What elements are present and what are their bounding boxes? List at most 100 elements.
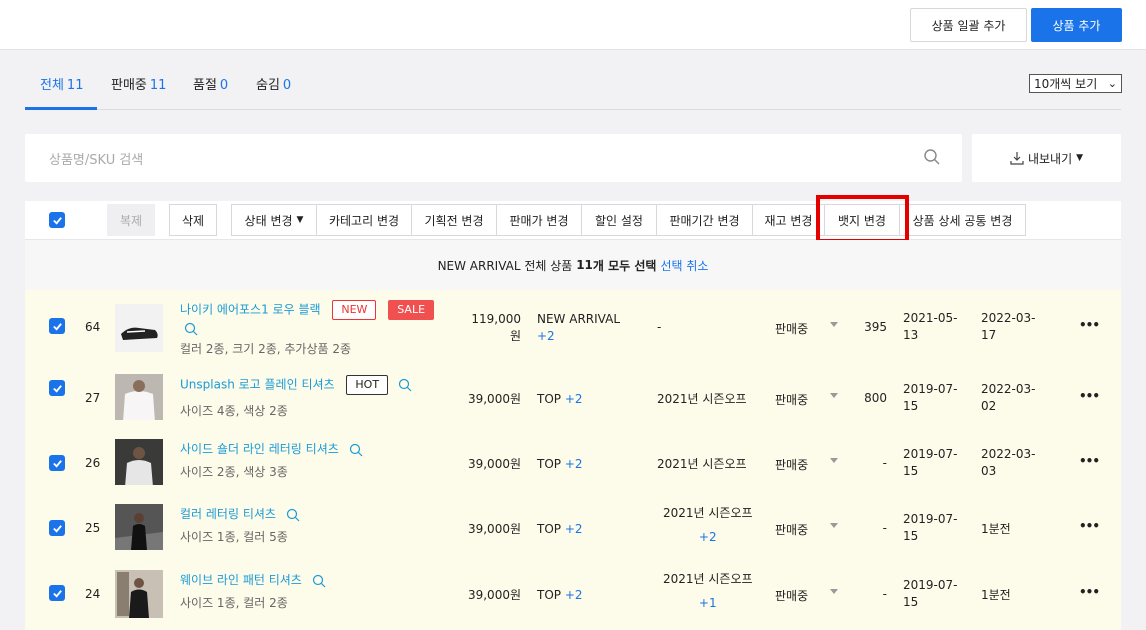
more-icon[interactable]: ••• [1079,318,1100,332]
more-icon[interactable]: ••• [1079,519,1100,533]
check-icon [52,322,62,331]
tab-label: 숨김 [256,78,280,93]
status-dropdown[interactable]: 판매중 [775,587,838,604]
price-amount: 39,000원 [467,392,521,406]
created-date: 2019-07- 15 [903,381,957,415]
copy-button[interactable]: 복제 [107,204,155,236]
category-name: NEW ARRIVAL [537,312,620,326]
table-row[interactable]: 25 컬러 레터링 티셔츠 사이즈 1종, 컬러 5종 39,000원 TOP … [25,485,1121,552]
table-row[interactable]: 24 웨이브 라인 패턴 티셔츠 사이즈 1종, 컬러 2종 39,000원 T… [25,550,1121,630]
tab-label: 품절 [193,78,217,93]
search-input[interactable]: 상품명/SKU 검색 [25,134,962,182]
tab-all[interactable]: 전체 11 [40,74,83,93]
status-dropdown[interactable]: 판매중 [775,391,838,408]
category-more[interactable]: +2 [565,522,583,536]
product-options: 사이즈 4종, 색상 2종 [180,404,288,418]
search-icon[interactable] [312,574,326,588]
row-checkbox[interactable] [49,380,65,396]
updated-date-part: 1분전 [981,588,1011,602]
row-checkbox[interactable] [49,520,65,536]
more-icon[interactable]: ••• [1079,585,1100,599]
check-icon [52,384,62,393]
created-date: 2021-05- 13 [903,310,957,344]
created-date-part: 15 [903,595,919,609]
product-promo: 2021년 시즌오프 +2 [663,501,753,549]
product-thumbnail [115,374,163,422]
status-tabs: 전체 11 판매중 11 품절 0 숨김 0 [25,60,1121,110]
status-change-button[interactable]: 상태 변경 ▼ [231,204,317,236]
chevron-down-icon: ⌄ [1107,77,1117,90]
detail-change-button[interactable]: 상품 상세 공통 변경 [899,204,1026,236]
search-icon[interactable] [398,378,412,392]
export-button[interactable]: 내보내기 ▼ [972,134,1121,182]
caret-down-icon: ▼ [296,215,304,225]
product-name[interactable]: Unsplash 로고 플레인 티셔츠 HOT [180,375,412,395]
more-icon[interactable]: ••• [1079,454,1100,468]
table-row[interactable]: 64 나이키 에어포스1 로우 블랙 NEW SALE 컬러 2종, 크기 2종… [25,290,1121,356]
search-placeholder: 상품명/SKU 검색 [49,153,144,168]
row-checkbox[interactable] [49,455,65,471]
row-checkbox[interactable] [49,318,65,334]
price-change-button[interactable]: 판매가 변경 [496,204,582,236]
search-icon[interactable] [923,148,941,166]
category-more[interactable]: +2 [565,588,583,602]
status-change-label: 상태 변경 [244,213,293,228]
status-dropdown[interactable]: 판매중 [775,320,838,337]
delete-button[interactable]: 삭제 [169,204,217,236]
row-checkbox[interactable] [49,585,65,601]
updated-date-part: 17 [981,328,997,342]
product-stock: 800 [864,391,887,405]
product-name[interactable]: 웨이브 라인 패턴 티셔츠 [180,571,326,588]
category-more[interactable]: +2 [565,457,583,471]
promo-more[interactable]: +2 [663,525,753,549]
product-thumbnail [115,304,163,352]
product-name[interactable]: 컬러 레터링 티셔츠 [180,505,300,522]
promo-more[interactable]: +1 [663,591,753,615]
category-more[interactable]: +2 [565,392,583,406]
top-bar: 상품 일괄 추가 상품 추가 [0,0,1146,50]
tab-sold-out[interactable]: 품절 0 [193,74,228,93]
period-change-button[interactable]: 판매기간 변경 [656,204,753,236]
category-change-button[interactable]: 카테고리 변경 [316,204,412,236]
bulk-add-button[interactable]: 상품 일괄 추가 [910,8,1027,42]
tab-count: 0 [282,78,292,93]
stock-change-button[interactable]: 재고 변경 [752,204,825,236]
price-unit: 원 [509,329,521,343]
product-promo: 2021년 시즌오프 +1 [663,567,753,615]
tab-hidden[interactable]: 숨김 0 [256,74,291,93]
tab-label: 판매중 [111,78,147,93]
discount-button[interactable]: 할인 설정 [581,204,657,236]
search-icon[interactable] [286,508,300,522]
status-dropdown[interactable]: 판매중 [775,521,838,538]
category-name: TOP [537,392,562,406]
status-dropdown[interactable]: 판매중 [775,456,838,473]
table-row[interactable]: 27 Unsplash 로고 플레인 티셔츠 HOT 사이즈 4종, 색상 2종… [25,355,1121,422]
search-icon[interactable] [184,322,198,336]
promo-name: 2021년 시즌오프 [663,572,753,586]
add-product-button[interactable]: 상품 추가 [1031,8,1122,42]
bulk-action-bar: 복제 삭제 상태 변경 ▼ 카테고리 변경 기획전 변경 판매가 변경 할인 설정… [25,195,1121,243]
category-name: TOP [537,457,562,471]
product-name[interactable]: 사이드 숄더 라인 레터링 티셔츠 [180,440,363,457]
product-name-text: 웨이브 라인 패턴 티셔츠 [180,573,302,587]
promo-change-button[interactable]: 기획전 변경 [411,204,497,236]
updated-date: 1분전 [981,521,1011,538]
product-thumbnail [115,439,163,487]
product-name[interactable]: 나이키 에어포스1 로우 블랙 NEW SALE [180,300,435,320]
more-icon[interactable]: ••• [1079,389,1100,403]
selection-count: 11 [576,258,593,272]
tab-on-sale[interactable]: 판매중 11 [111,74,166,93]
per-page-select[interactable]: 10개씩 보기 ⌄ [1029,74,1122,93]
product-stock: - [882,521,887,535]
cancel-selection-link[interactable]: 선택 취소 [660,257,708,274]
product-stock: - [882,456,887,470]
product-promo: 2021년 시즌오프 [657,392,747,406]
search-icon[interactable] [349,443,363,457]
updated-date-part: 2022-03- [981,382,1036,396]
caret-down-icon [830,393,838,398]
select-all-checkbox[interactable] [49,212,65,228]
status-value: 판매중 [775,458,809,472]
category-more[interactable]: +2 [537,328,620,345]
updated-date: 2022-03- 02 [981,381,1035,415]
table-row[interactable]: 26 사이드 숄더 라인 레터링 티셔츠 사이즈 2종, 색상 3종 39,00… [25,420,1121,487]
